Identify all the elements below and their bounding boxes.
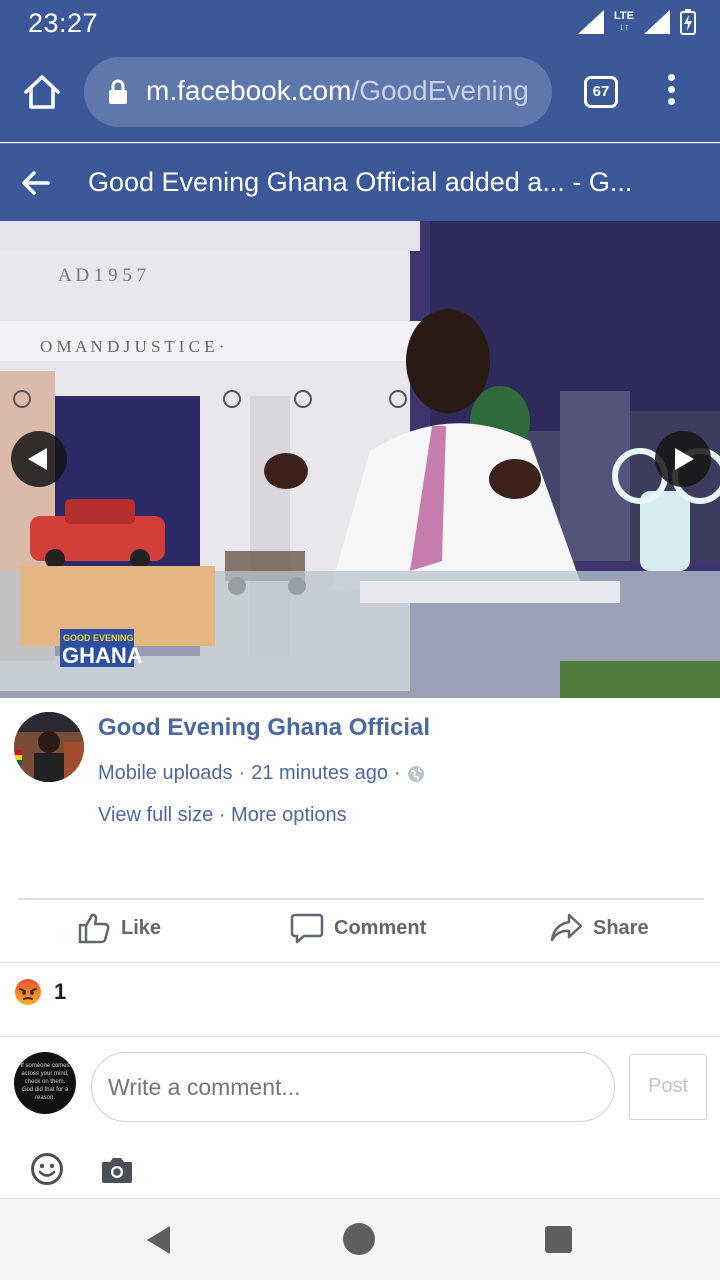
user-avatar-quote: If someone comes across your mind, check… <box>20 1063 70 1101</box>
browser-toolbar: m.facebook.com/GoodEvening 67 <box>0 44 720 142</box>
url-text: m.facebook.com/GoodEvening <box>146 75 546 107</box>
arrow-left-icon[interactable] <box>20 168 50 198</box>
more-options-link[interactable]: More options <box>231 804 347 826</box>
show-logo-line2: GHANA <box>62 643 143 668</box>
system-nav-bar <box>0 1198 720 1280</box>
status-time: 23:27 <box>28 8 99 38</box>
previous-photo-button[interactable] <box>11 431 67 487</box>
page-name-link[interactable]: Good Evening Ghana Official <box>98 714 430 742</box>
comment-input[interactable] <box>91 1052 615 1122</box>
show-logo-line1: GOOD EVENING <box>63 633 134 643</box>
engraved-motto: O M A N D J U S T I C E · <box>40 337 225 356</box>
comment-button[interactable]: Comment <box>290 908 426 948</box>
meta-separator: · <box>238 762 246 784</box>
url-domain: m.facebook.com <box>146 75 352 106</box>
user-avatar: If someone comes across your mind, check… <box>14 1052 76 1114</box>
home-circle-icon[interactable] <box>343 1223 375 1255</box>
engraved-year: A D 1 9 5 7 <box>58 265 146 286</box>
more-vert-icon[interactable] <box>664 74 678 110</box>
meta-separator: · <box>393 762 401 784</box>
chevron-right-icon <box>675 448 694 470</box>
url-path: /GoodEvening <box>351 75 529 106</box>
share-icon <box>550 913 583 942</box>
photo-scene: A D 1 9 5 7 O M A N D J U S T I C E · GO… <box>0 221 720 698</box>
share-label: Share <box>593 916 649 939</box>
like-button[interactable]: Like <box>77 908 161 948</box>
home-icon[interactable] <box>22 72 62 112</box>
page-title: Good Evening Ghana Official added a... -… <box>88 167 633 197</box>
status-icons: LTE ↓↑ <box>578 6 696 38</box>
status-bar: 23:27 LTE ↓↑ <box>0 0 720 44</box>
recents-square-icon[interactable] <box>545 1226 572 1253</box>
reaction-count: 1 <box>54 979 67 1004</box>
timestamp-link[interactable]: 21 minutes ago <box>251 762 388 785</box>
photo-options: View full size · More options <box>98 804 347 827</box>
divider <box>18 898 704 900</box>
signal-icon <box>578 10 605 34</box>
view-full-size-link[interactable]: View full size <box>98 804 213 826</box>
options-separator: · <box>218 804 226 826</box>
angry-reaction-icon <box>15 979 41 1005</box>
signal-icon <box>644 10 670 34</box>
post-button[interactable]: Post <box>629 1054 707 1120</box>
camera-icon[interactable] <box>100 1155 134 1185</box>
share-button[interactable]: Share <box>549 908 649 948</box>
back-triangle-icon[interactable] <box>146 1225 172 1255</box>
lte-icon: LTE ↓↑ <box>614 10 634 34</box>
page-header: Good Evening Ghana Official added a... -… <box>0 143 720 221</box>
tab-switcher-button[interactable]: 67 <box>584 76 618 108</box>
divider <box>0 1036 720 1037</box>
post-meta: Mobile uploads · 21 minutes ago · <box>98 762 425 785</box>
next-photo-button[interactable] <box>655 431 711 487</box>
comment-icon <box>290 913 324 944</box>
page-avatar[interactable] <box>14 712 84 782</box>
like-label: Like <box>121 916 162 939</box>
chevron-left-icon <box>28 448 47 470</box>
globe-icon <box>407 765 424 782</box>
comment-label: Comment <box>334 916 427 939</box>
divider <box>0 962 720 963</box>
avatar-image <box>14 712 84 782</box>
album-link[interactable]: Mobile uploads <box>98 762 233 785</box>
thumbs-up-icon <box>78 913 110 944</box>
lock-icon <box>109 79 127 104</box>
battery-charging-icon <box>680 9 696 35</box>
reactions-summary[interactable]: 1 <box>14 978 66 1006</box>
post-photo[interactable]: A D 1 9 5 7 O M A N D J U S T I C E · GO… <box>0 221 720 698</box>
smiley-icon[interactable] <box>30 1152 64 1186</box>
url-bar[interactable]: m.facebook.com/GoodEvening <box>84 57 552 127</box>
